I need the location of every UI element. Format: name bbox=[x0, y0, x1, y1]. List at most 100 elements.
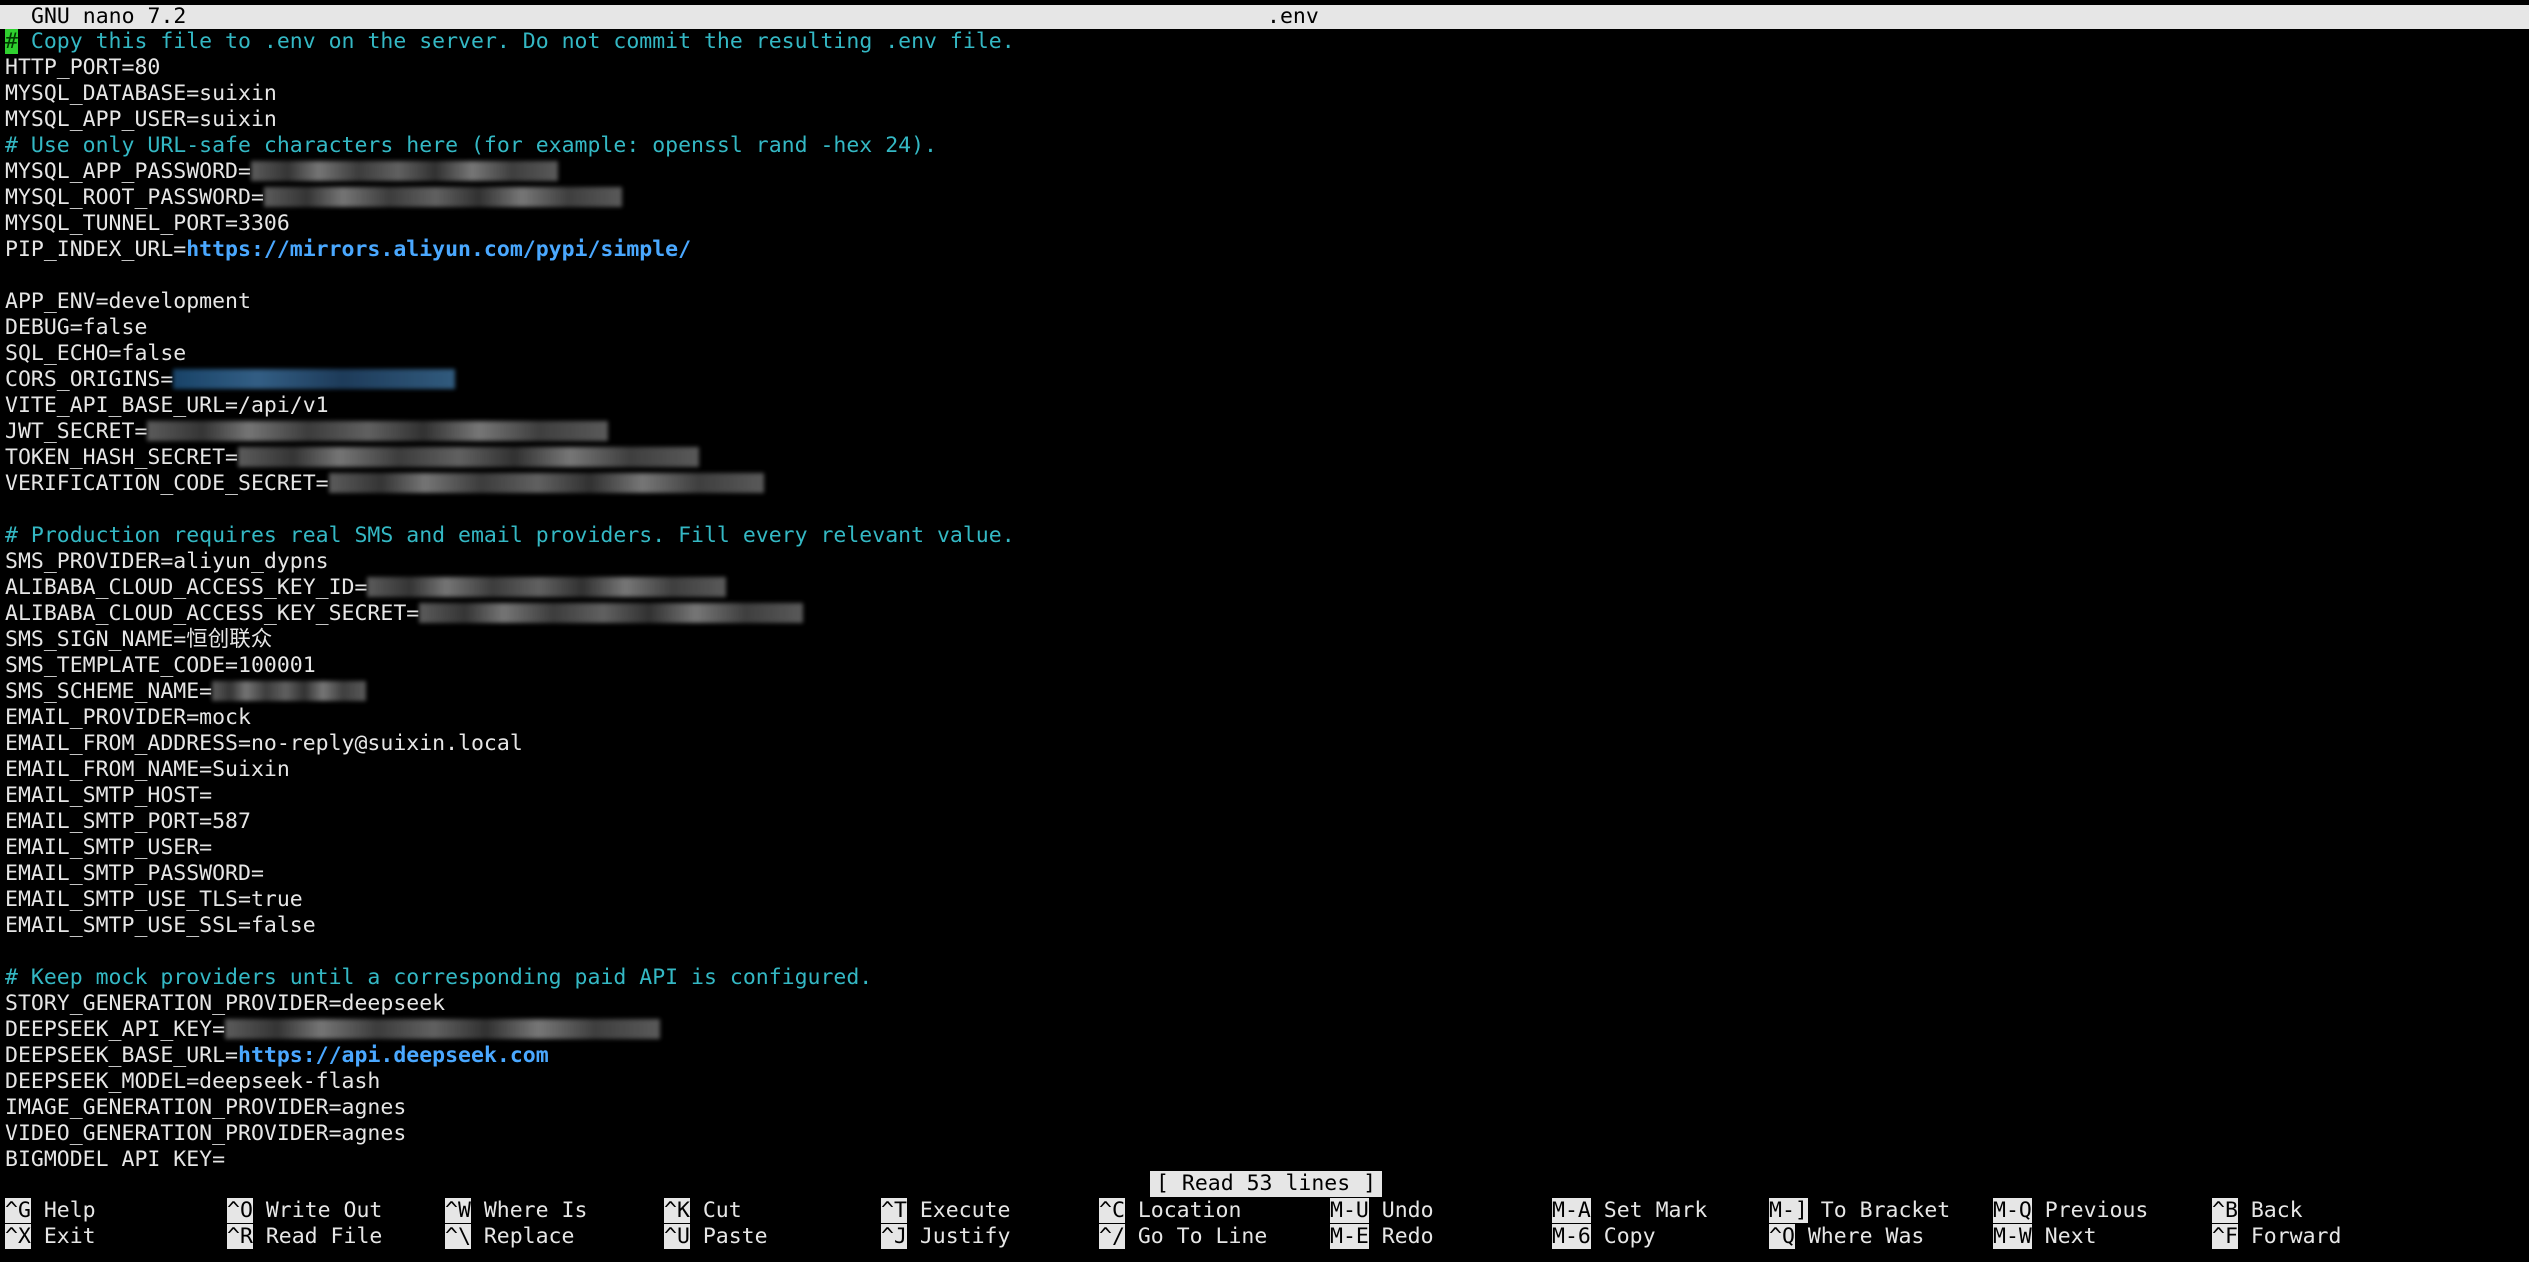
shortcut-location[interactable]: ^C Location bbox=[1099, 1198, 1241, 1224]
shortcut-where-is[interactable]: ^W Where Is bbox=[445, 1198, 587, 1224]
shortcut-key: M-Q bbox=[1993, 1198, 2032, 1223]
redacted-value bbox=[212, 681, 366, 701]
editor-line[interactable]: VIDEO_GENERATION_PROVIDER=agnes bbox=[5, 1121, 2525, 1147]
shortcut-label: Where Is bbox=[470, 1198, 588, 1223]
editor-line[interactable]: MYSQL_APP_USER=suixin bbox=[5, 107, 2525, 133]
shortcut-justify[interactable]: ^J Justify bbox=[881, 1224, 1010, 1250]
editor-line[interactable]: TOKEN_HASH_SECRET= bbox=[5, 445, 2525, 471]
shortcut-write-out[interactable]: ^O Write Out bbox=[227, 1198, 382, 1224]
shortcut-key: ^\ bbox=[445, 1224, 471, 1249]
shortcut-label: Help bbox=[30, 1198, 96, 1223]
line-text: CORS_ORIGINS= bbox=[5, 367, 174, 392]
shortcut-label: Where Was bbox=[1794, 1224, 1925, 1249]
shortcut-copy[interactable]: M-6 Copy bbox=[1552, 1224, 1656, 1250]
line-text: ALIBABA_CLOUD_ACCESS_KEY_ID= bbox=[5, 575, 368, 600]
editor-line[interactable]: IMAGE_GENERATION_PROVIDER=agnes bbox=[5, 1095, 2525, 1121]
editor-line[interactable]: MYSQL_APP_PASSWORD= bbox=[5, 159, 2525, 185]
url-text: https://mirrors.aliyun.com/pypi/simple/ bbox=[186, 237, 692, 262]
editor-line[interactable]: EMAIL_SMTP_USE_SSL=false bbox=[5, 913, 2525, 939]
shortcut-set-mark[interactable]: M-A Set Mark bbox=[1552, 1198, 1707, 1224]
shortcut-go-to-line[interactable]: ^/ Go To Line bbox=[1099, 1224, 1267, 1250]
editor-line[interactable] bbox=[5, 497, 2525, 523]
editor-line[interactable]: # Copy this file to .env on the server. … bbox=[5, 29, 2525, 55]
redacted-value bbox=[328, 473, 764, 493]
line-text: STORY_GENERATION_PROVIDER=deepseek bbox=[5, 991, 446, 1016]
editor-line[interactable]: EMAIL_SMTP_PORT=587 bbox=[5, 809, 2525, 835]
editor-line[interactable]: EMAIL_FROM_NAME=Suixin bbox=[5, 757, 2525, 783]
shortcut-redo[interactable]: M-E Redo bbox=[1330, 1224, 1434, 1250]
editor-line[interactable]: SQL_ECHO=false bbox=[5, 341, 2525, 367]
shortcut-to-bracket[interactable]: M-] To Bracket bbox=[1769, 1198, 1950, 1224]
shortcut-cut[interactable]: ^K Cut bbox=[664, 1198, 742, 1224]
editor-line[interactable]: EMAIL_SMTP_USER= bbox=[5, 835, 2525, 861]
editor-line[interactable]: EMAIL_SMTP_PASSWORD= bbox=[5, 861, 2525, 887]
shortcut-next[interactable]: M-W Next bbox=[1993, 1224, 2097, 1250]
status-message: [ Read 53 lines ] bbox=[1150, 1171, 1383, 1197]
editor-line[interactable] bbox=[5, 939, 2525, 965]
editor-area[interactable]: # Copy this file to .env on the server. … bbox=[5, 29, 2525, 1169]
editor-line[interactable]: SMS_PROVIDER=aliyun_dypns bbox=[5, 549, 2525, 575]
editor-line[interactable]: VERIFICATION_CODE_SECRET= bbox=[5, 471, 2525, 497]
shortcut-label: Cut bbox=[689, 1198, 742, 1223]
editor-line[interactable]: DEBUG=false bbox=[5, 315, 2525, 341]
line-text: DEEPSEEK_BASE_URL= bbox=[5, 1043, 238, 1068]
editor-line[interactable]: PIP_INDEX_URL=https://mirrors.aliyun.com… bbox=[5, 237, 2525, 263]
shortcut-paste[interactable]: ^U Paste bbox=[664, 1224, 768, 1250]
shortcut-key: ^O bbox=[227, 1198, 253, 1223]
shortcut-label: Justify bbox=[906, 1224, 1011, 1249]
editor-line[interactable]: MYSQL_DATABASE=suixin bbox=[5, 81, 2525, 107]
line-text: EMAIL_SMTP_USE_SSL=false bbox=[5, 913, 316, 938]
shortcut-key: ^R bbox=[227, 1224, 253, 1249]
editor-line[interactable]: # Use only URL-safe characters here (for… bbox=[5, 133, 2525, 159]
line-text: SQL_ECHO=false bbox=[5, 341, 187, 366]
line-text: IMAGE_GENERATION_PROVIDER=agnes bbox=[5, 1095, 407, 1120]
line-text: DEEPSEEK_API_KEY= bbox=[5, 1017, 226, 1042]
shortcut-help[interactable]: ^G Help bbox=[5, 1198, 96, 1224]
redacted-value bbox=[419, 603, 804, 623]
editor-line[interactable]: CORS_ORIGINS= bbox=[5, 367, 2525, 393]
shortcut-label: Undo bbox=[1368, 1198, 1434, 1223]
shortcut-label: Execute bbox=[906, 1198, 1011, 1223]
editor-line[interactable]: SMS_TEMPLATE_CODE=100001 bbox=[5, 653, 2525, 679]
editor-line[interactable]: JWT_SECRET= bbox=[5, 419, 2525, 445]
editor-line[interactable]: DEEPSEEK_MODEL=deepseek-flash bbox=[5, 1069, 2525, 1095]
editor-line[interactable]: STORY_GENERATION_PROVIDER=deepseek bbox=[5, 991, 2525, 1017]
editor-line[interactable]: EMAIL_SMTP_USE_TLS=true bbox=[5, 887, 2525, 913]
shortcut-read-file[interactable]: ^R Read File bbox=[227, 1224, 382, 1250]
shortcut-key: ^C bbox=[1099, 1198, 1125, 1223]
editor-line[interactable]: HTTP_PORT=80 bbox=[5, 55, 2525, 81]
editor-line[interactable] bbox=[5, 263, 2525, 289]
editor-line[interactable]: APP_ENV=development bbox=[5, 289, 2525, 315]
editor-line[interactable]: MYSQL_ROOT_PASSWORD= bbox=[5, 185, 2525, 211]
shortcut-where-was[interactable]: ^Q Where Was bbox=[1769, 1224, 1924, 1250]
editor-line[interactable]: EMAIL_SMTP_HOST= bbox=[5, 783, 2525, 809]
shortcut-replace[interactable]: ^\ Replace bbox=[445, 1224, 574, 1250]
editor-line[interactable]: BIGMODEL_API_KEY= bbox=[5, 1147, 2525, 1169]
editor-line[interactable]: DEEPSEEK_API_KEY= bbox=[5, 1017, 2525, 1043]
shortcut-exit[interactable]: ^X Exit bbox=[5, 1224, 96, 1250]
shortcut-label: Previous bbox=[2031, 1198, 2149, 1223]
editor-line[interactable]: # Keep mock providers until a correspond… bbox=[5, 965, 2525, 991]
editor-line[interactable]: # Production requires real SMS and email… bbox=[5, 523, 2525, 549]
shortcut-execute[interactable]: ^T Execute bbox=[881, 1198, 1010, 1224]
editor-line[interactable]: SMS_SIGN_NAME=恒创联众 bbox=[5, 627, 2525, 653]
app-title: GNU nano 7.2 bbox=[31, 4, 187, 29]
redacted-value bbox=[367, 577, 726, 597]
shortcut-label: Forward bbox=[2237, 1224, 2342, 1249]
shortcut-label: Paste bbox=[689, 1224, 768, 1249]
editor-line[interactable]: EMAIL_FROM_ADDRESS=no-reply@suixin.local bbox=[5, 731, 2525, 757]
shortcut-back[interactable]: ^B Back bbox=[2212, 1198, 2303, 1224]
shortcut-forward[interactable]: ^F Forward bbox=[2212, 1224, 2341, 1250]
shortcut-label: Replace bbox=[470, 1224, 575, 1249]
editor-line[interactable]: SMS_SCHEME_NAME= bbox=[5, 679, 2525, 705]
line-text: TOKEN_HASH_SECRET= bbox=[5, 445, 238, 470]
shortcut-previous[interactable]: M-Q Previous bbox=[1993, 1198, 2148, 1224]
editor-line[interactable]: DEEPSEEK_BASE_URL=https://api.deepseek.c… bbox=[5, 1043, 2525, 1069]
editor-line[interactable]: MYSQL_TUNNEL_PORT=3306 bbox=[5, 211, 2525, 237]
shortcut-label: Next bbox=[2031, 1224, 2097, 1249]
editor-line[interactable]: ALIBABA_CLOUD_ACCESS_KEY_SECRET= bbox=[5, 601, 2525, 627]
shortcut-undo[interactable]: M-U Undo bbox=[1330, 1198, 1434, 1224]
editor-line[interactable]: EMAIL_PROVIDER=mock bbox=[5, 705, 2525, 731]
editor-line[interactable]: VITE_API_BASE_URL=/api/v1 bbox=[5, 393, 2525, 419]
editor-line[interactable]: ALIBABA_CLOUD_ACCESS_KEY_ID= bbox=[5, 575, 2525, 601]
